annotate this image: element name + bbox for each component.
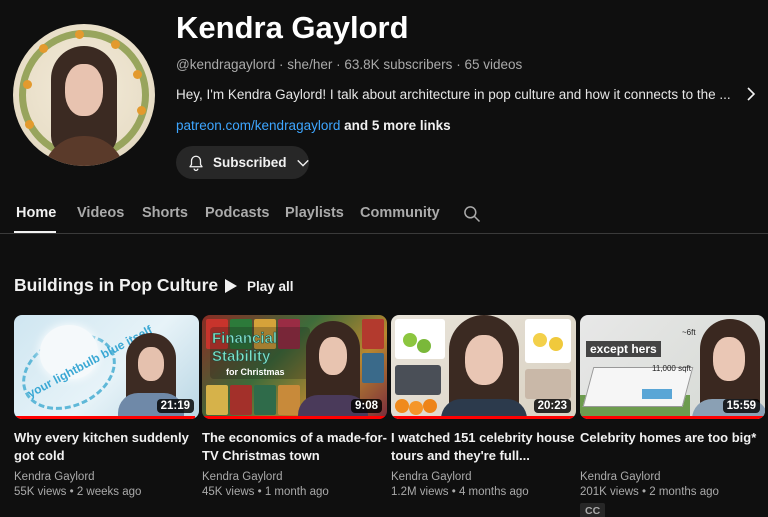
search-icon[interactable]: [462, 204, 482, 224]
thumb-panel: [525, 319, 571, 363]
video-channel[interactable]: Kendra Gaylord: [580, 471, 765, 483]
wreath-flower: [25, 120, 34, 129]
video-thumbnail[interactable]: Financial Stability for Christmas 9:08: [202, 315, 387, 419]
channel-avatar[interactable]: [13, 24, 155, 166]
video-views: 45K views: [202, 486, 255, 498]
video-channel[interactable]: Kendra Gaylord: [14, 471, 199, 483]
thumb-caption-text: Financial: [212, 330, 277, 347]
video-age: 2 weeks ago: [76, 486, 142, 498]
tab-playlists[interactable]: Playlists: [285, 205, 344, 221]
channel-links: patreon.com/kendragaylord and 5 more lin…: [176, 118, 451, 133]
subscriber-count: 63.8K subscribers: [344, 57, 453, 72]
video-age: 1 month ago: [264, 486, 329, 498]
channel-tabs: Home Videos Shorts Podcasts Playlists Co…: [0, 196, 768, 234]
channel-meta: @kendragaylord · she/her · 63.8K subscri…: [176, 57, 522, 72]
video-thumbnail[interactable]: your lightbulb blue itself 21:19: [14, 315, 199, 419]
tab-videos[interactable]: Videos: [77, 205, 124, 221]
chevron-down-icon: [296, 159, 309, 167]
video-stats: 45K views • 1 month ago: [202, 486, 329, 498]
watch-progress: [14, 416, 196, 419]
bell-icon: [189, 155, 203, 171]
video-card[interactable]: your lightbulb blue itself 21:19 Why eve…: [14, 315, 199, 498]
video-title[interactable]: The economics of a made-for-TV Christmas…: [202, 429, 387, 465]
thumb-panel: [525, 369, 571, 399]
wreath-flower: [137, 106, 146, 115]
thumb-caption-text: 11,000 sqft: [652, 364, 692, 373]
thumb-caption-text: Stability: [212, 348, 271, 365]
play-all-button[interactable]: Play all: [224, 275, 294, 297]
wreath-flower: [111, 40, 120, 49]
video-duration: 21:19: [156, 399, 194, 413]
thumb-lime: [417, 339, 431, 353]
video-views: 201K views: [580, 486, 639, 498]
thumb-caption-text: ~6ft: [682, 328, 696, 337]
wreath-flower: [75, 30, 84, 39]
video-age: 4 months ago: [458, 486, 529, 498]
video-title[interactable]: Celebrity homes are too big*: [580, 429, 765, 465]
channel-pronouns: she/her: [287, 57, 333, 72]
video-views: 55K views: [14, 486, 67, 498]
thumb-face: [138, 347, 164, 381]
play-all-label: Play all: [247, 278, 294, 294]
subscribed-label: Subscribed: [213, 155, 287, 170]
video-views: 1.2M views: [391, 486, 449, 498]
subscribed-button[interactable]: Subscribed: [176, 146, 309, 179]
video-thumbnail[interactable]: 20:23: [391, 315, 576, 419]
meta-separator: ·: [279, 57, 284, 72]
avatar-face: [65, 64, 103, 116]
active-tab-indicator: [14, 231, 56, 233]
watch-progress: [580, 416, 765, 419]
thumb-orange: [409, 401, 423, 415]
tab-shorts[interactable]: Shorts: [142, 205, 188, 221]
thumb-face: [713, 337, 745, 381]
video-count: 65 videos: [464, 57, 523, 72]
wreath-flower: [23, 80, 32, 89]
description-text: Hey, I'm Kendra Gaylord! I talk about ar…: [176, 86, 731, 102]
closed-captions-badge: CC: [580, 503, 606, 517]
video-title[interactable]: Why every kitchen suddenly got cold: [14, 429, 199, 465]
thumb-orange: [395, 399, 409, 413]
video-card[interactable]: except hers 11,000 sqft ~6ft 15:59 Celeb…: [580, 315, 765, 517]
video-title[interactable]: I watched 151 celebrity house tours and …: [391, 429, 576, 465]
video-card[interactable]: 20:23 I watched 151 celebrity house tour…: [391, 315, 576, 498]
shelf-title[interactable]: Buildings in Pop Culture: [14, 275, 218, 296]
channel-description[interactable]: Hey, I'm Kendra Gaylord! I talk about ar…: [176, 86, 759, 102]
chevron-right-icon: [747, 87, 755, 101]
video-age: 2 months ago: [649, 486, 719, 498]
thumb-face: [319, 337, 347, 375]
tab-podcasts[interactable]: Podcasts: [205, 205, 269, 221]
video-duration: 15:59: [722, 399, 760, 413]
channel-name: Kendra Gaylord: [176, 10, 409, 45]
watch-progress: [391, 416, 576, 419]
video-card[interactable]: Financial Stability for Christmas 9:08 T…: [202, 315, 387, 498]
tab-home[interactable]: Home: [16, 205, 56, 221]
video-channel[interactable]: Kendra Gaylord: [391, 471, 576, 483]
wreath-flower: [39, 44, 48, 53]
thumb-laptop: [395, 365, 441, 395]
more-links[interactable]: and 5 more links: [344, 118, 451, 133]
thumb-lemon: [549, 337, 563, 351]
channel-handle: @kendragaylord: [176, 57, 276, 72]
video-channel[interactable]: Kendra Gaylord: [202, 471, 387, 483]
thumb-caption-text: for Christmas: [226, 367, 285, 377]
thumb-orange: [423, 399, 437, 413]
watch-progress: [202, 416, 387, 419]
video-stats: 55K views • 2 weeks ago: [14, 486, 142, 498]
patreon-link[interactable]: patreon.com/kendragaylord: [176, 118, 340, 133]
thumb-face: [465, 335, 503, 385]
video-stats: 201K views • 2 months ago: [580, 486, 719, 498]
thumb-lime: [403, 333, 417, 347]
tab-community[interactable]: Community: [360, 205, 440, 221]
wreath-flower: [133, 70, 142, 79]
video-duration: 20:23: [533, 399, 571, 413]
play-icon: [225, 279, 237, 293]
meta-separator: ·: [336, 57, 341, 72]
video-stats: 1.2M views • 4 months ago: [391, 486, 529, 498]
video-thumbnail[interactable]: except hers 11,000 sqft ~6ft 15:59: [580, 315, 765, 419]
meta-separator: ·: [456, 57, 461, 72]
video-duration: 9:08: [350, 399, 382, 413]
thumb-lemon: [533, 333, 547, 347]
